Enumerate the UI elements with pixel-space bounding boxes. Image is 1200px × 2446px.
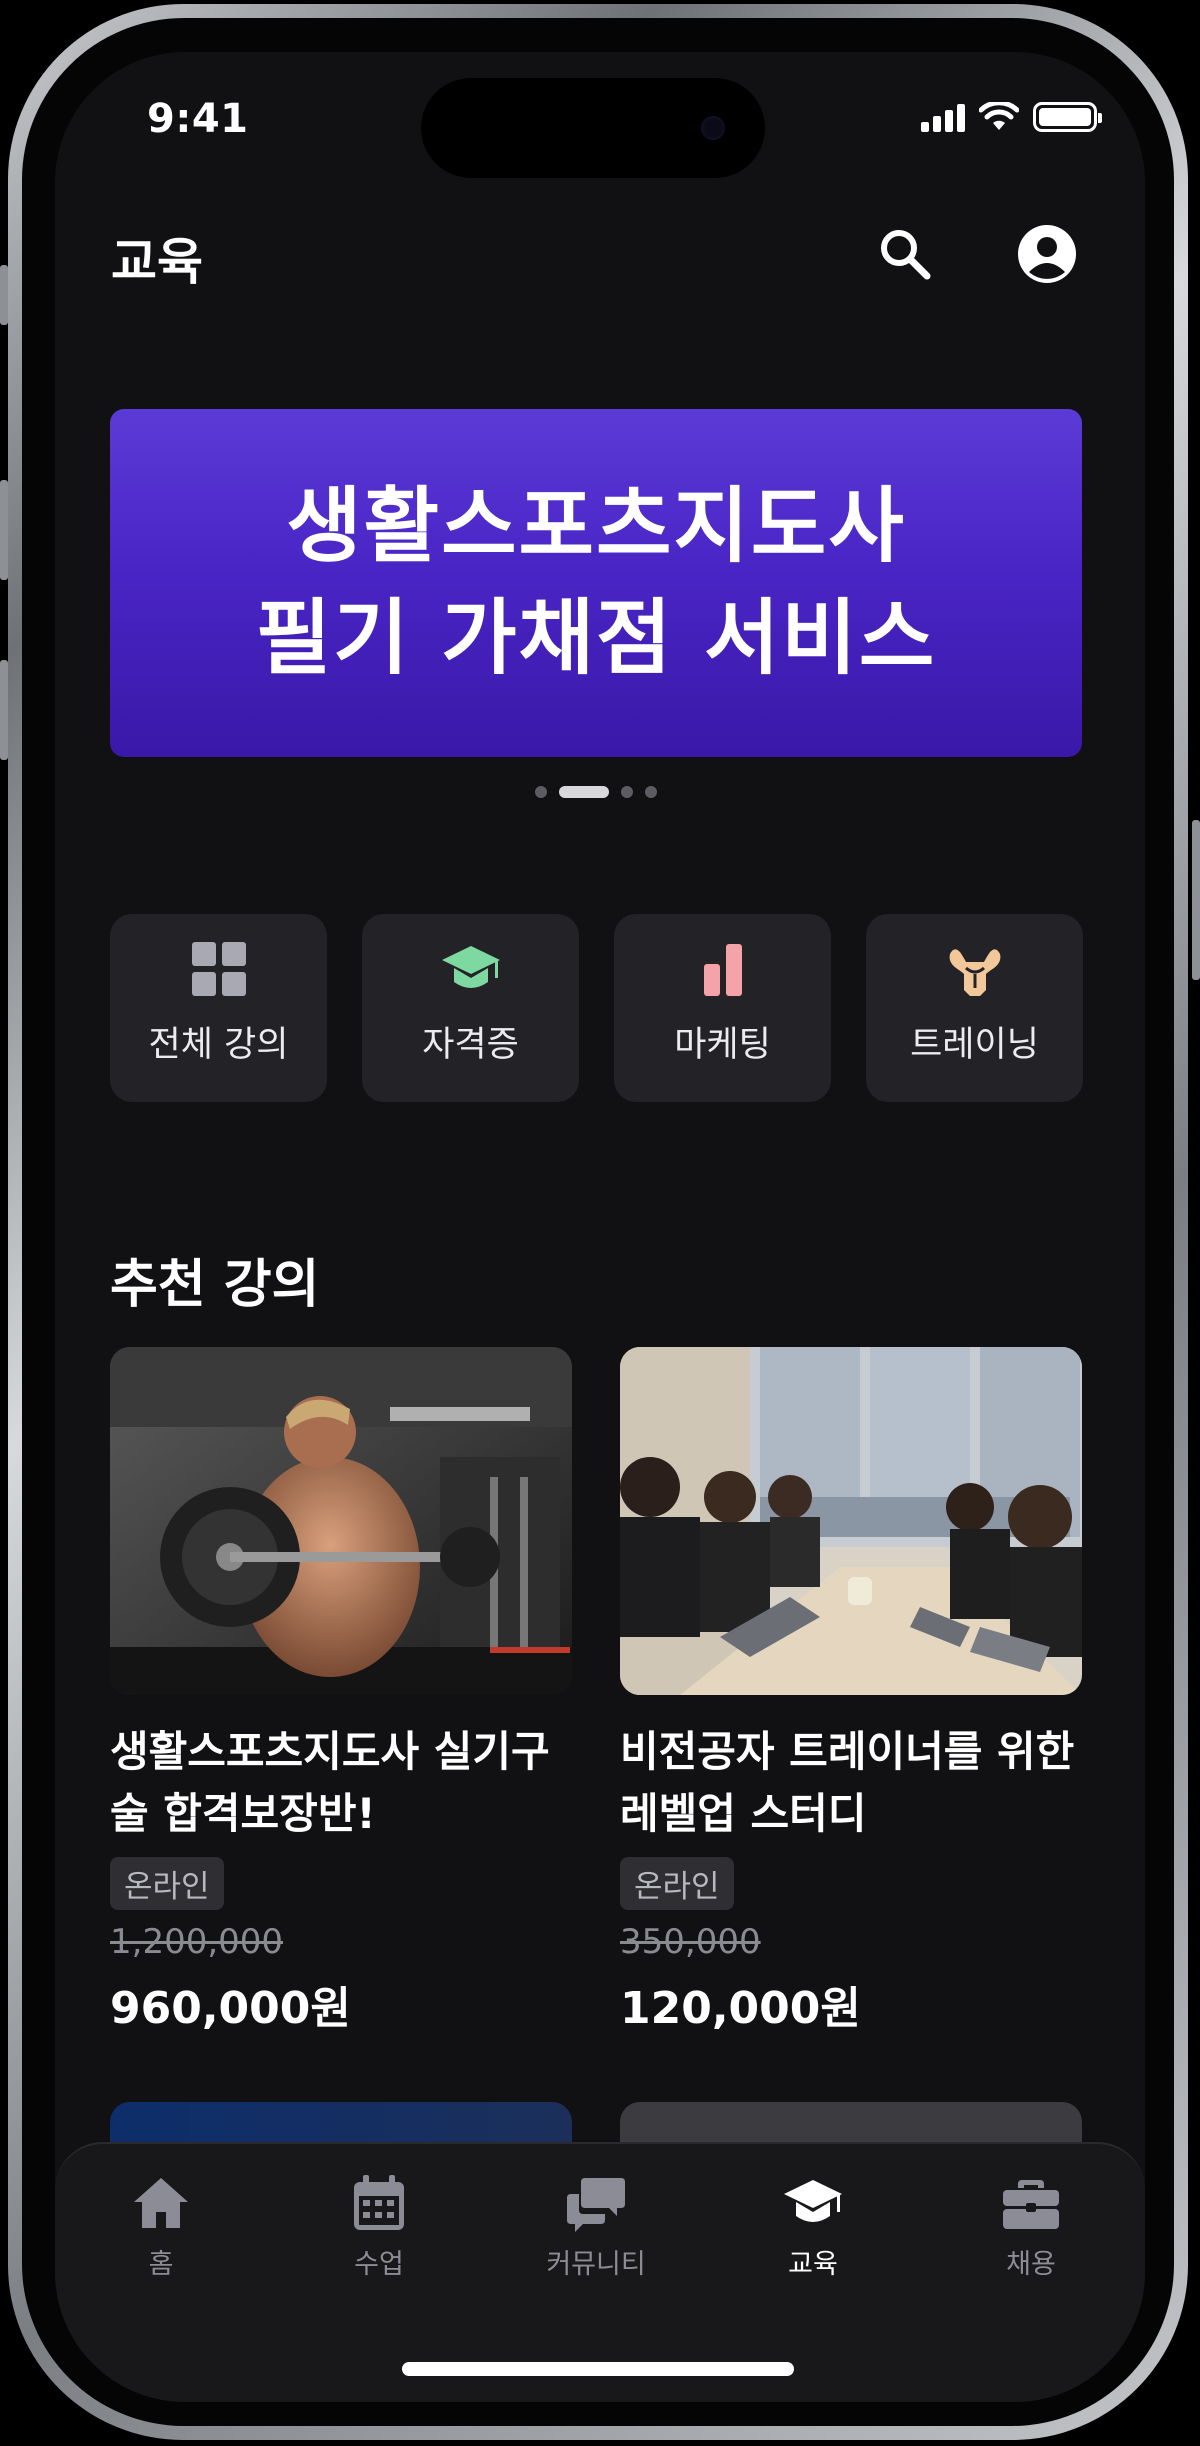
banner-line-1: 생활스포츠지도사	[286, 479, 906, 574]
course-badge: 온라인	[620, 1857, 734, 1910]
category-certificate[interactable]: 자격증	[362, 914, 579, 1102]
wifi-icon	[979, 102, 1019, 130]
tab-label: 교육	[788, 2249, 838, 2280]
home-indicator[interactable]	[402, 2362, 794, 2376]
course-original-price: 1,200,000	[110, 1922, 284, 1962]
course-card[interactable]: 비전공자 트레이너를 위한 레벨업 스터디 온라인 350,000 120,00…	[620, 1347, 1082, 2036]
grid-icon	[191, 942, 246, 996]
tab-label: 커뮤니티	[546, 2249, 646, 2280]
tab-label: 홈	[148, 2249, 174, 2280]
calendar-icon	[354, 2175, 404, 2230]
tab-community[interactable]: 커뮤니티	[516, 2172, 676, 2281]
graduation-cap-icon	[784, 2180, 842, 2222]
graduation-cap-icon	[441, 946, 500, 988]
course-title: 비전공자 트레이너를 위한 레벨업 스터디	[620, 1727, 1075, 1838]
course-card[interactable]: 생활스포츠지도사 실기구술 합격보장반! 온라인 1,200,000 960,0…	[110, 1347, 572, 2036]
home-icon	[134, 2178, 188, 2228]
cellular-signal-icon	[921, 104, 965, 132]
muscle-icon	[949, 949, 1000, 996]
pagination-dot[interactable]	[535, 786, 547, 798]
banner-pagination	[535, 786, 657, 798]
pagination-dot[interactable]	[621, 786, 633, 798]
promo-banner[interactable]: 생활스포츠지도사 필기 가채점 서비스	[110, 409, 1082, 757]
status-icons	[921, 102, 1102, 132]
tab-label: 채용	[1006, 2249, 1056, 2280]
study-group-photo	[620, 1347, 1082, 1695]
category-training[interactable]: 트레이닝	[866, 914, 1083, 1102]
course-price: 960,000원	[110, 1983, 351, 2034]
course-title: 생활스포츠지도사 실기구술 합격보장반!	[110, 1727, 550, 1838]
category-marketing[interactable]: 마케팅	[614, 914, 831, 1102]
chat-icon	[567, 2178, 625, 2232]
category-all-courses[interactable]: 전체 강의	[110, 914, 327, 1102]
category-label: 트레이닝	[910, 1025, 1039, 1065]
power-button	[1192, 820, 1200, 980]
category-label: 자격증	[422, 1025, 519, 1065]
app-screen: 9:41 교육 생활스포츠지도사 필기 가채점 서비스 전체 강의 자격증 마케…	[55, 52, 1145, 2402]
bar-chart-icon	[703, 944, 742, 996]
page-title: 교육	[111, 233, 203, 291]
banner-line-2: 필기 가채점 서비스	[255, 591, 937, 686]
volume-up-button	[0, 480, 8, 580]
status-time: 9:41	[147, 96, 249, 142]
category-grid: 전체 강의 자격증 마케팅 트레이닝	[110, 914, 1083, 1102]
course-badge: 온라인	[110, 1857, 224, 1910]
gym-trainer-photo	[110, 1347, 572, 1695]
briefcase-icon	[1003, 2180, 1059, 2229]
action-button	[0, 265, 8, 325]
camera-icon	[701, 116, 725, 140]
section-title: 추천 강의	[110, 1255, 320, 1315]
category-label: 마케팅	[674, 1025, 771, 1065]
battery-icon	[1033, 102, 1102, 132]
pagination-dot-active[interactable]	[559, 786, 609, 798]
tab-home[interactable]: 홈	[81, 2172, 241, 2281]
tab-education[interactable]: 교육	[733, 2172, 893, 2281]
search-icon[interactable]	[875, 224, 935, 284]
tab-label: 수업	[354, 2249, 404, 2280]
course-price: 120,000원	[620, 1983, 861, 2034]
dynamic-island	[421, 78, 765, 178]
profile-icon[interactable]	[1017, 224, 1077, 284]
tab-class[interactable]: 수업	[299, 2172, 459, 2281]
course-original-price: 350,000	[620, 1922, 761, 1962]
pagination-dot[interactable]	[645, 786, 657, 798]
tab-jobs[interactable]: 채용	[951, 2172, 1111, 2281]
category-label: 전체 강의	[148, 1025, 289, 1065]
volume-down-button	[0, 660, 8, 760]
